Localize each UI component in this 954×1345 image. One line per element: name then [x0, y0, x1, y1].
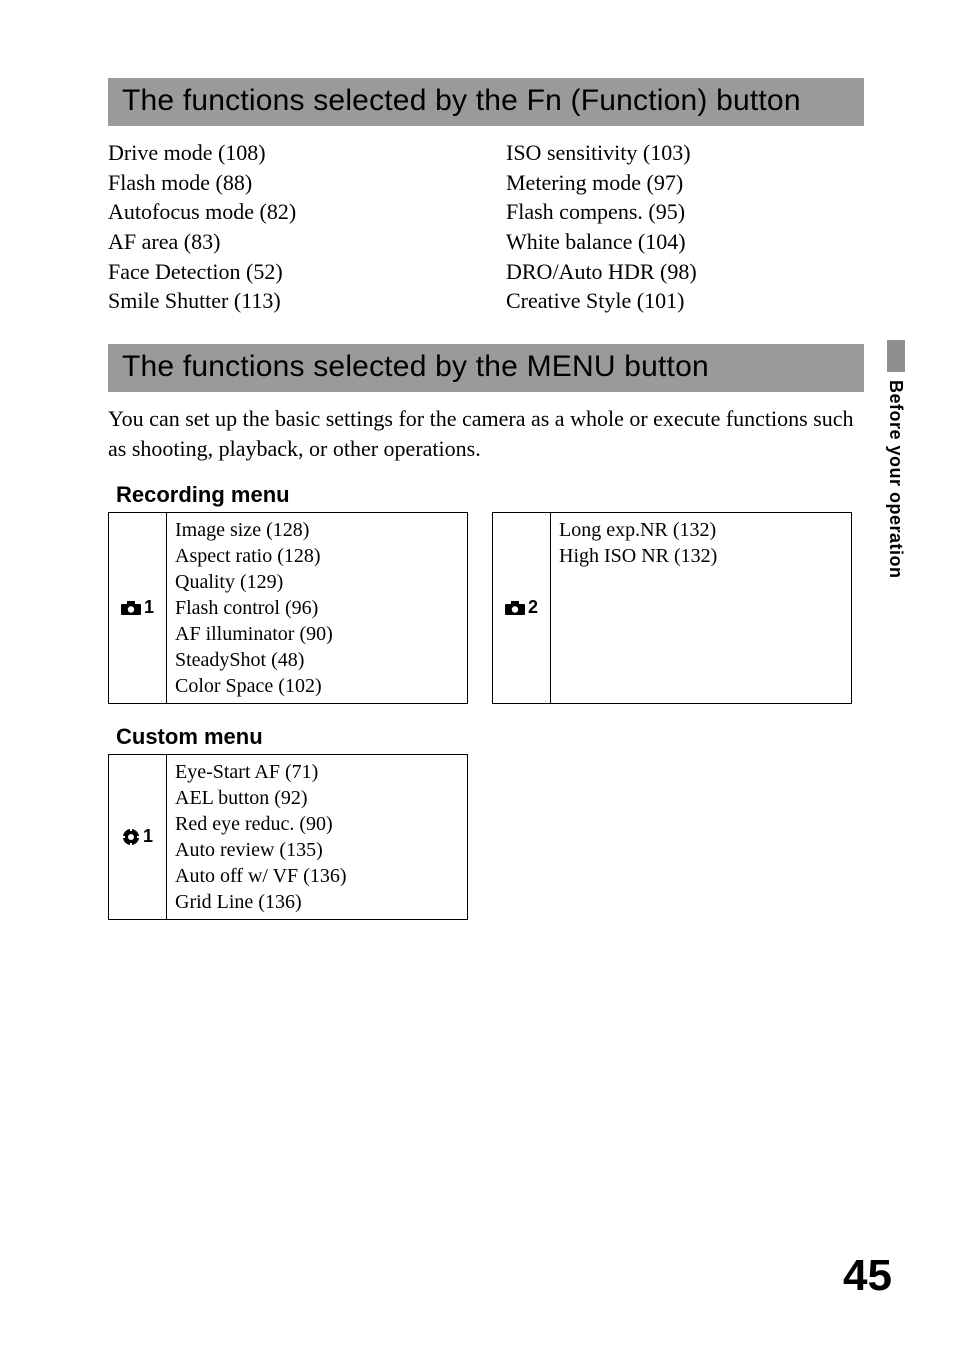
fn-item: DRO/Auto HDR (98) — [506, 257, 864, 287]
page-number: 45 — [843, 1251, 892, 1301]
custom-tab1-items: Eye-Start AF (71) AEL button (92) Red ey… — [167, 755, 467, 919]
custom-menu-row: 1 Eye-Start AF (71) AEL button (92) Red … — [108, 754, 864, 920]
recording-tab2-items: Long exp.NR (132) High ISO NR (132) — [551, 513, 851, 703]
menu-item: Image size (128) — [175, 517, 459, 543]
menu-item: Long exp.NR (132) — [559, 517, 843, 543]
page-content: The functions selected by the Fn (Functi… — [0, 0, 954, 1345]
menu-item: SteadyShot (48) — [175, 647, 459, 673]
tab-number: 1 — [144, 597, 154, 618]
recording-tab2-label: 2 — [493, 513, 551, 703]
recording-menu-tab2: 2 Long exp.NR (132) High ISO NR (132) — [492, 512, 852, 704]
fn-item: Creative Style (101) — [506, 286, 864, 316]
menu-intro-text: You can set up the basic settings for th… — [108, 404, 864, 463]
side-tab-label: Before your operation — [885, 380, 906, 579]
fn-item: Flash compens. (95) — [506, 197, 864, 227]
recording-tab1-items: Image size (128) Aspect ratio (128) Qual… — [167, 513, 467, 703]
recording-tab1-label: 1 — [109, 513, 167, 703]
fn-left-column: Drive mode (108) Flash mode (88) Autofoc… — [108, 138, 466, 316]
recording-menu-tab1: 1 Image size (128) Aspect ratio (128) Qu… — [108, 512, 468, 704]
side-tab-marker — [887, 340, 905, 372]
custom-menu-tab1: 1 Eye-Start AF (71) AEL button (92) Red … — [108, 754, 468, 920]
menu-item: Eye-Start AF (71) — [175, 759, 459, 785]
tab-number: 1 — [143, 826, 153, 847]
menu-section-heading: The functions selected by the MENU butto… — [108, 344, 864, 392]
camera-icon — [121, 601, 141, 615]
fn-item: Metering mode (97) — [506, 168, 864, 198]
menu-item: Aspect ratio (128) — [175, 543, 459, 569]
fn-section-heading: The functions selected by the Fn (Functi… — [108, 78, 864, 126]
menu-item: High ISO NR (132) — [559, 543, 843, 569]
fn-item: Flash mode (88) — [108, 168, 466, 198]
side-tab: Before your operation — [885, 340, 906, 579]
menu-item: AEL button (92) — [175, 785, 459, 811]
tab-number: 2 — [528, 597, 538, 618]
gear-icon — [122, 828, 140, 846]
fn-item: White balance (104) — [506, 227, 864, 257]
fn-item: Face Detection (52) — [108, 257, 466, 287]
custom-menu-title: Custom menu — [116, 724, 864, 750]
custom-tab1-label: 1 — [109, 755, 167, 919]
menu-item: Quality (129) — [175, 569, 459, 595]
menu-item: Grid Line (136) — [175, 889, 459, 915]
fn-functions-list: Drive mode (108) Flash mode (88) Autofoc… — [108, 138, 864, 316]
menu-item: Auto off w/ VF (136) — [175, 863, 459, 889]
fn-item: Autofocus mode (82) — [108, 197, 466, 227]
menu-item: Red eye reduc. (90) — [175, 811, 459, 837]
fn-item: ISO sensitivity (103) — [506, 138, 864, 168]
recording-menu-row: 1 Image size (128) Aspect ratio (128) Qu… — [108, 512, 864, 704]
recording-menu-title: Recording menu — [116, 482, 864, 508]
menu-item: Flash control (96) — [175, 595, 459, 621]
fn-item: Drive mode (108) — [108, 138, 466, 168]
menu-item: Auto review (135) — [175, 837, 459, 863]
camera-icon — [505, 601, 525, 615]
fn-item: Smile Shutter (113) — [108, 286, 466, 316]
menu-item: Color Space (102) — [175, 673, 459, 699]
fn-item: AF area (83) — [108, 227, 466, 257]
menu-item: AF illuminator (90) — [175, 621, 459, 647]
fn-right-column: ISO sensitivity (103) Metering mode (97)… — [506, 138, 864, 316]
